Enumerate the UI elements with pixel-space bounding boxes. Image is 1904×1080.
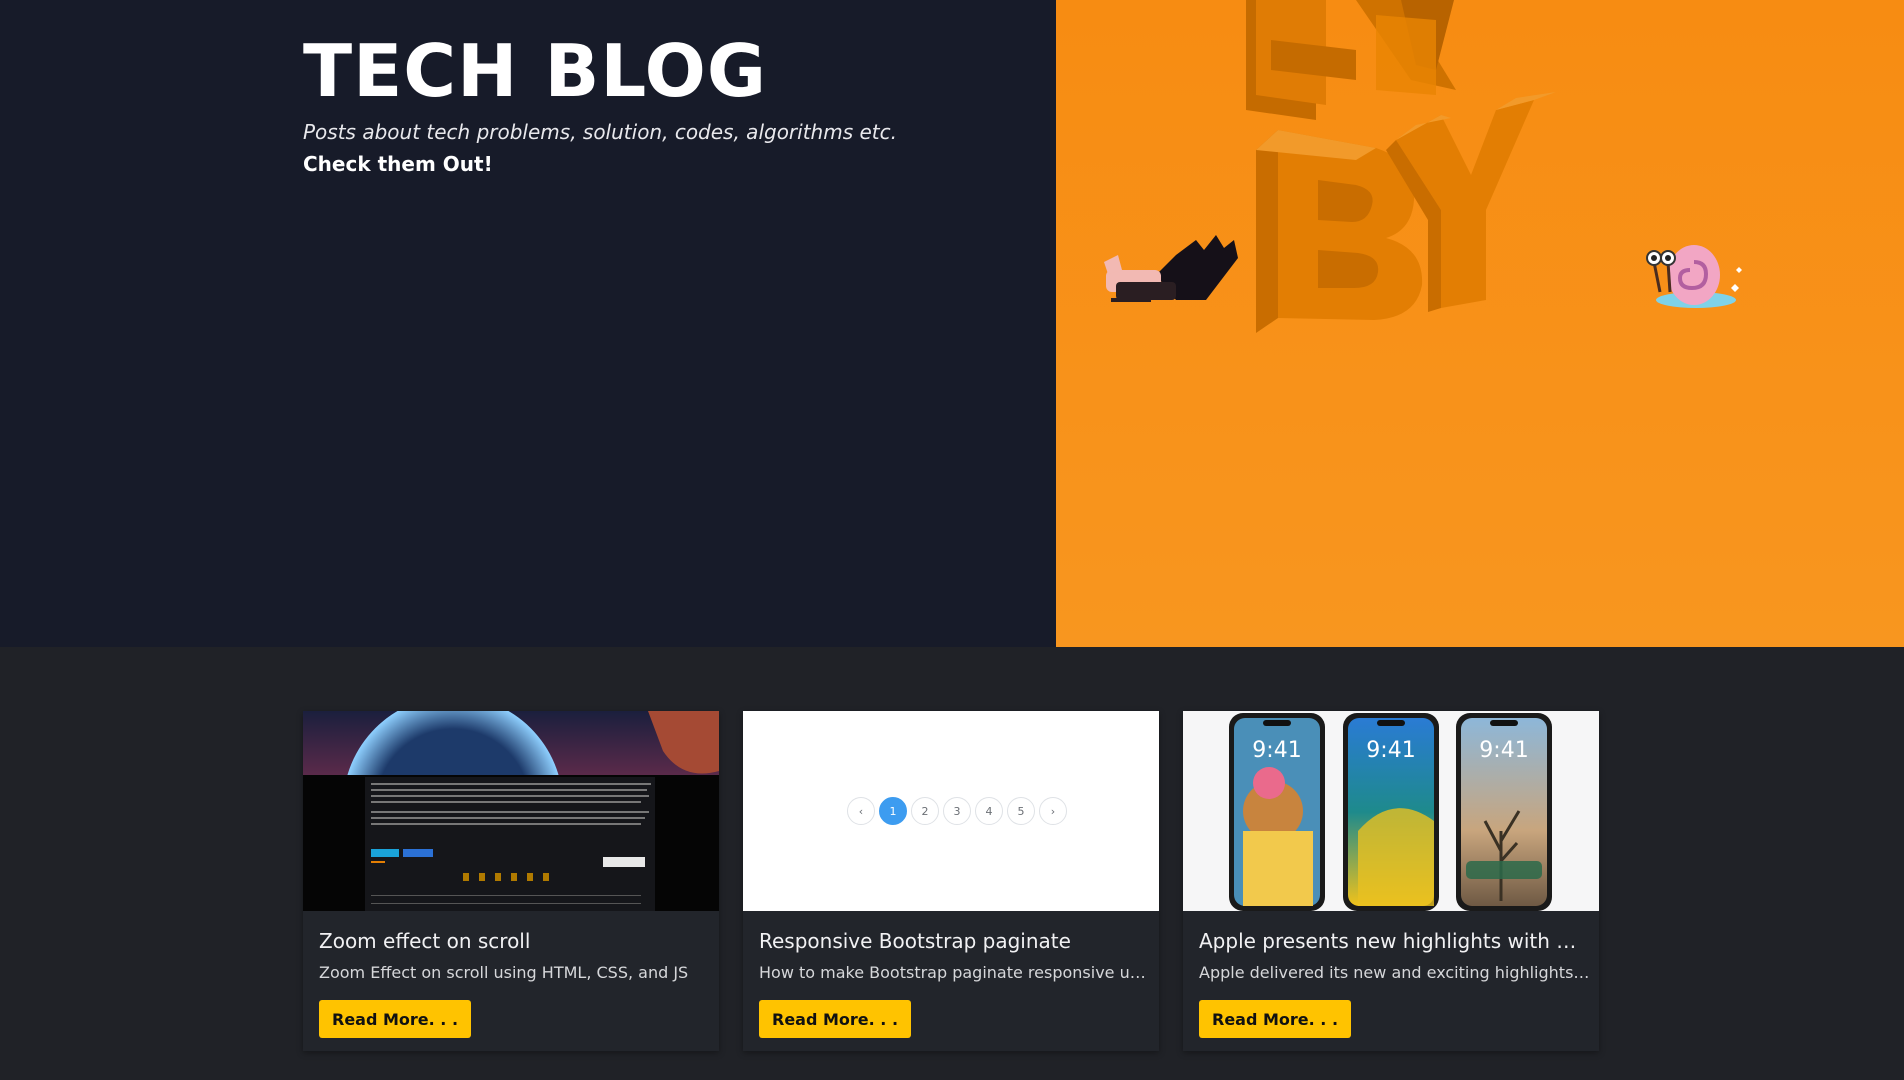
pagination-page: 4 (975, 797, 1003, 825)
posts-grid: Zoom effect on scroll Zoom Effect on scr… (303, 711, 1601, 1051)
letters-by-3d (1256, 92, 1556, 333)
post-description: Apple delivered its new and exciting hig… (1199, 963, 1591, 982)
hero-art-panel (1056, 0, 1904, 647)
pagination-prev-icon: ‹ (847, 797, 875, 825)
post-thumbnail-apple[interactable]: 9:41 9:41 9:41 (1183, 711, 1599, 911)
phone-time-1: 9:41 (1252, 738, 1301, 763)
post-title[interactable]: Zoom effect on scroll (319, 929, 711, 953)
post-card[interactable]: Zoom effect on scroll Zoom Effect on scr… (303, 711, 719, 1051)
post-description: Zoom Effect on scroll using HTML, CSS, a… (319, 963, 689, 982)
letters-fy-3d (1246, 0, 1456, 120)
post-thumbnail-paginate[interactable]: ‹ 1 2 3 4 5 › (743, 711, 1159, 911)
pagination-page: 3 (943, 797, 971, 825)
hero-left-panel: TECH BLOG Posts about tech problems, sol… (0, 0, 1056, 647)
iphone-lockscreens-image: 9:41 9:41 9:41 (1229, 713, 1552, 911)
snail-sprite (1646, 245, 1742, 308)
read-more-button[interactable]: Read More. . . (319, 1000, 472, 1038)
post-card[interactable]: ‹ 1 2 3 4 5 › Responsive Bootstrap pagin… (743, 711, 1159, 1051)
phone-time-2: 9:41 (1366, 738, 1415, 763)
hero-section: TECH BLOG Posts about tech problems, sol… (0, 0, 1904, 647)
space-screenshot-image (303, 711, 719, 911)
post-card[interactable]: 9:41 9:41 9:41 Apple presents new highli… (1183, 711, 1599, 1051)
pagination-next-icon: › (1039, 797, 1067, 825)
read-more-button[interactable]: Read More. . . (1199, 1000, 1352, 1038)
post-description: How to make Bootstrap paginate responsiv… (759, 963, 1151, 982)
pagination-page: 1 (879, 797, 907, 825)
hero-cta-text: Check them Out! (303, 152, 493, 176)
pixel-character-sprite (1104, 235, 1238, 302)
read-more-button[interactable]: Read More. . . (759, 1000, 912, 1038)
post-thumbnail-zoom-effect[interactable] (303, 711, 719, 911)
pagination-preview: ‹ 1 2 3 4 5 › (847, 797, 1067, 825)
post-title[interactable]: Apple presents new highlights with macOS… (1199, 929, 1591, 953)
post-title[interactable]: Responsive Bootstrap paginate (759, 929, 1151, 953)
hero-3d-letters-illustration (1104, 0, 1742, 333)
pagination-page: 2 (911, 797, 939, 825)
page-title: TECH BLOG (303, 29, 767, 113)
phone-time-3: 9:41 (1479, 738, 1528, 763)
hero-subtitle: Posts about tech problems, solution, cod… (303, 120, 897, 144)
pagination-page: 5 (1007, 797, 1035, 825)
